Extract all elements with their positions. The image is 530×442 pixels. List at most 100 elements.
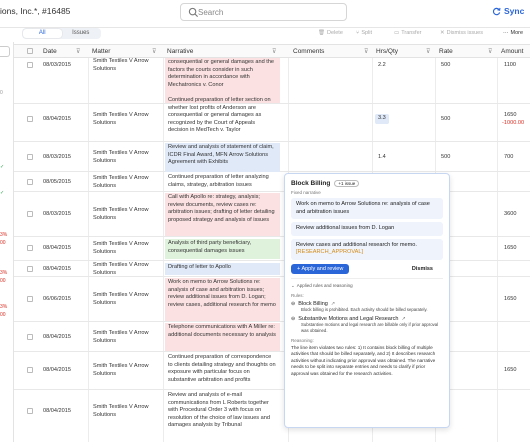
column-header-narrative[interactable]: Narrative	[167, 48, 193, 55]
row-narrative[interactable]: Analysis of third party beneficiary, con…	[165, 239, 280, 259]
filter-icon[interactable]: ⊽	[488, 48, 492, 55]
column-header-matter[interactable]: Matter	[92, 48, 110, 55]
row-narrative[interactable]: Drafting of letter to Apollo	[165, 263, 280, 275]
column-header-rate[interactable]: Rate	[439, 48, 453, 55]
left-percent: 3%	[0, 270, 8, 276]
table-row[interactable]: 08/03/2015 Smith Textiles V Arrow Soluti…	[14, 192, 530, 237]
applied-rules-toggle[interactable]: ⌄ Applied rules and reasoning	[291, 283, 443, 289]
row-checkbox[interactable]	[27, 62, 33, 68]
row-narrative[interactable]: Review and analysis of e-mail communicat…	[165, 391, 280, 431]
row-matter: Smith Textiles V Arrow Solutions	[93, 262, 149, 276]
column-header-amount[interactable]: Amount	[501, 48, 523, 55]
row-matter: Smith Textiles V Arrow Solutions	[93, 241, 149, 255]
tab-all[interactable]: All	[23, 29, 62, 38]
filter-icon[interactable]: ⊽	[272, 48, 276, 55]
table-row[interactable]: 08/05/2015 Smith Textiles V Arrow Soluti…	[14, 172, 530, 192]
row-checkbox[interactable]	[27, 266, 33, 272]
collapsed-panel-handle[interactable]	[0, 46, 10, 57]
apply-and-review-button[interactable]: + Apply and review	[291, 263, 350, 274]
table-row[interactable]: 08/03/2015 Smith Textiles V Arrow Soluti…	[14, 142, 530, 172]
left-panel-clipped: 0 ✓ ✓ 3% 00 3% 00 3% 00	[0, 42, 14, 442]
filter-icon[interactable]: ⊽	[364, 48, 368, 55]
fixed-narrative-item[interactable]: Review cases and additional research for…	[291, 238, 443, 260]
left-percent: 3%	[0, 232, 8, 238]
row-checkbox[interactable]	[27, 334, 33, 340]
table-row[interactable]: 06/06/2015 Smith Textiles V Arrow Soluti…	[14, 277, 530, 322]
row-checkbox[interactable]	[27, 179, 33, 185]
popover-header: Block Billing +1 issue	[291, 180, 443, 187]
search-box[interactable]: Search	[180, 3, 347, 21]
select-all-checkbox[interactable]	[27, 48, 33, 54]
row-amount: 1650	[504, 296, 517, 302]
view-tabs: All Issues	[22, 28, 101, 39]
rule-icon: ⊖	[291, 315, 296, 322]
filter-icon[interactable]: ⊽	[76, 48, 80, 55]
row-narrative[interactable]: Continued preparation of letter section …	[165, 96, 280, 141]
more-button[interactable]: ··· More	[503, 30, 523, 36]
row-checkbox[interactable]	[27, 367, 33, 373]
row-checkbox[interactable]	[27, 154, 33, 160]
search-placeholder: Search	[198, 7, 224, 17]
table-row[interactable]: 08/04/2015 Smith Textiles V Arrow Soluti…	[14, 237, 530, 261]
table-row[interactable]: 08/04/2015 Smith Textiles V Arrow Soluti…	[14, 390, 530, 442]
left-value: 00	[0, 278, 6, 284]
row-checkbox[interactable]	[27, 211, 33, 217]
row-rate[interactable]: 500	[441, 116, 450, 124]
delete-button[interactable]: 🗑 Delete	[318, 30, 343, 36]
transfer-button[interactable]: ▭ Transfer	[394, 30, 421, 36]
left-check-icon: ✓	[0, 190, 5, 196]
fixed-narrative-item[interactable]: Review additional issues from D. Logan	[291, 222, 443, 236]
column-header-hrs-qty[interactable]: Hrs/Qty	[376, 48, 398, 55]
row-hrs[interactable]: 2.2	[378, 62, 386, 70]
sync-label: Sync	[504, 6, 525, 16]
dismiss-button[interactable]: Dismiss	[412, 266, 433, 272]
row-narrative[interactable]: Review and analysis of statement of clai…	[165, 143, 280, 172]
table-row[interactable]: 08/04/2015 Smith Textiles V Arrow Soluti…	[14, 97, 530, 142]
dismiss-issues-button[interactable]: ✕ Dismiss issues	[440, 30, 483, 36]
filter-icon[interactable]: ⊽	[426, 48, 430, 55]
row-narrative[interactable]: Continued preparation of letter analyzin…	[165, 173, 280, 190]
row-matter: Smith Textiles V Arrow Solutions	[93, 175, 149, 189]
split-button[interactable]: ⑂ Split	[356, 30, 372, 36]
column-header-comments[interactable]: Comments	[293, 48, 324, 55]
row-narrative[interactable]: Call with Apollo re: strategy, analysis;…	[165, 193, 280, 236]
external-link-icon[interactable]: ↗	[331, 301, 335, 307]
row-matter: Smith Textiles V Arrow Solutions	[93, 58, 149, 72]
left-value: 00	[0, 240, 6, 246]
row-rate[interactable]: 500	[441, 154, 450, 162]
fixed-narrative-item[interactable]: Work on memo to Arrow Solutions re: anal…	[291, 198, 443, 219]
row-checkbox[interactable]	[27, 296, 33, 302]
rule-icon: ⊖	[291, 300, 296, 307]
sync-button[interactable]: Sync	[492, 6, 524, 16]
tab-issues[interactable]: Issues	[62, 29, 101, 38]
split-icon: ⑂	[356, 30, 360, 36]
row-matter: Smith Textiles V Arrow Solutions	[93, 207, 149, 221]
row-matter: Smith Textiles V Arrow Solutions	[93, 150, 149, 164]
row-narrative[interactable]: Continued preparation of correspondence …	[165, 353, 280, 385]
row-rate[interactable]: 500	[441, 62, 450, 70]
row-hrs[interactable]: 1.4	[378, 154, 386, 162]
row-hrs-highlighted[interactable]: 3.3	[375, 114, 389, 124]
column-header-date[interactable]: Date	[43, 48, 57, 55]
table-row[interactable]: 08/04/2015 Smith Textiles V Arrow Soluti…	[14, 322, 530, 352]
row-checkbox[interactable]	[27, 408, 33, 414]
row-date: 08/03/2015	[43, 154, 71, 160]
issue-count-badge[interactable]: +1 issue	[334, 180, 360, 187]
row-amount: 1100	[504, 62, 517, 68]
rules-label: Rules:	[291, 292, 304, 298]
row-amount: 1650	[504, 112, 517, 118]
popover-title: Block Billing	[291, 180, 331, 187]
toolbar: All Issues 🗑 Delete ⑂ Split ▭ Transfer ✕ Dis…	[0, 28, 530, 42]
row-narrative[interactable]: Telephone communications with A Miller r…	[165, 323, 280, 351]
row-date: 08/03/2015	[43, 62, 71, 68]
table-row[interactable]: 08/04/2015 Smith Textiles V Arrow Soluti…	[14, 352, 530, 390]
row-narrative[interactable]: Work on memo to Arrow Solutions re: anal…	[165, 278, 280, 321]
sync-icon	[492, 7, 501, 15]
external-link-icon[interactable]: ↗	[402, 316, 406, 322]
row-checkbox[interactable]	[27, 245, 33, 251]
top-bar: ions, Inc.*, #16485 Search Sync	[0, 0, 530, 28]
row-checkbox[interactable]	[27, 116, 33, 122]
table-row[interactable]: 08/04/2015 Smith Textiles V Arrow Soluti…	[14, 261, 530, 277]
rule-item: ⊖ Block Billing ↗ Block billing is prohi…	[291, 301, 443, 313]
filter-icon[interactable]: ⊽	[152, 48, 156, 55]
